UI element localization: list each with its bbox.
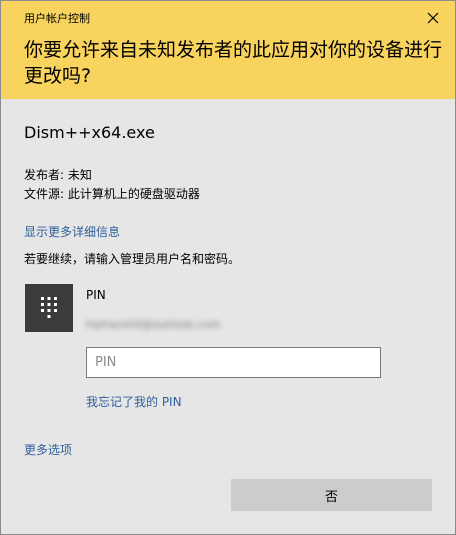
dialog-header: 用户帐户控制 你要允许来自未知发布者的此应用对你的设备进行更改吗?	[1, 1, 455, 99]
show-details-link[interactable]: 显示更多详细信息	[24, 223, 120, 240]
consent-question: 你要允许来自未知发布者的此应用对你的设备进行更改吗?	[24, 39, 443, 87]
pin-input[interactable]	[86, 347, 381, 378]
uac-dialog: 用户帐户控制 你要允许来自未知发布者的此应用对你的设备进行更改吗? Dism++…	[0, 0, 456, 535]
file-origin-info: 文件源: 此计算机上的硬盘驱动器	[24, 187, 200, 201]
no-button[interactable]: 否	[231, 479, 432, 511]
forgot-pin-link[interactable]: 我忘记了我的 PIN	[86, 393, 182, 410]
account-email: hipharoh0@outlook.com	[86, 318, 221, 331]
publisher-info: 发布者: 未知	[24, 168, 92, 182]
credentials-prompt: 若要继续，请输入管理员用户名和密码。	[24, 252, 241, 266]
app-name: Dism++x64.exe	[24, 123, 155, 142]
more-options-link[interactable]: 更多选项	[24, 441, 72, 458]
close-icon[interactable]	[422, 7, 444, 29]
auth-method-label: PIN	[86, 288, 106, 302]
pin-keypad-icon	[25, 284, 73, 332]
window-title: 用户帐户控制	[24, 12, 90, 25]
